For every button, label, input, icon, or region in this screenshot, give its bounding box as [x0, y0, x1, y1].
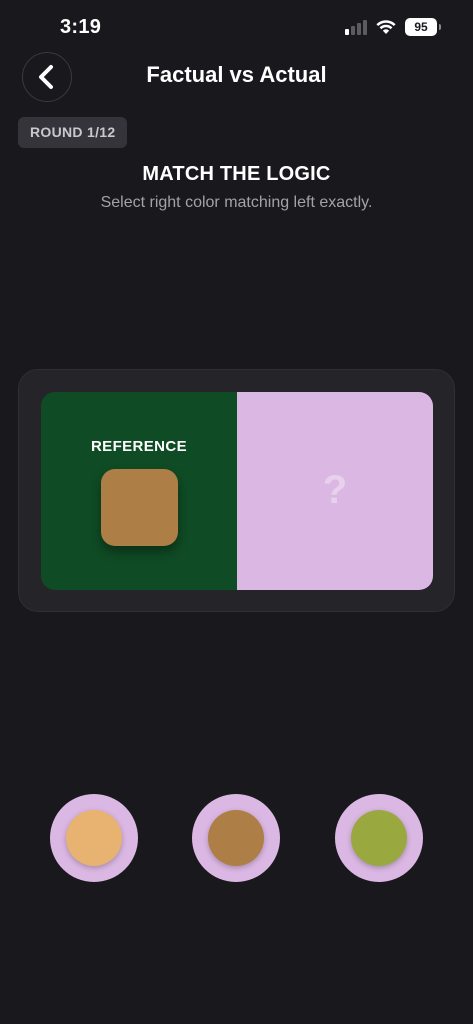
color-swatch	[208, 810, 264, 866]
color-option-2[interactable]	[192, 794, 280, 882]
color-options	[0, 794, 473, 882]
instruction-subtitle: Select right color matching left exactly…	[100, 194, 373, 211]
round-badge: ROUND 1/12	[18, 117, 128, 148]
cellular-signal-icon	[345, 19, 367, 35]
reference-swatch	[101, 469, 178, 546]
color-option-3[interactable]	[335, 794, 423, 882]
question-mark: ?	[322, 468, 348, 512]
target-panel: ?	[237, 392, 433, 590]
color-option-1[interactable]	[50, 794, 138, 882]
comparison-card: REFERENCE ?	[18, 369, 455, 612]
reference-label: REFERENCE	[90, 438, 188, 455]
reference-panel: REFERENCE	[41, 392, 237, 590]
wifi-icon	[376, 20, 396, 34]
page-title: Factual vs Actual	[146, 62, 327, 87]
color-swatch	[66, 810, 122, 866]
instruction-title: MATCH THE LOGIC	[142, 163, 331, 185]
status-bar-icons: 95	[345, 18, 441, 36]
game-screen: 3:19 95 Factual vs Actual ROUND 1/12 MAT…	[0, 0, 473, 1024]
color-swatch	[351, 810, 407, 866]
status-time: 3:19	[60, 16, 102, 38]
battery-indicator: 95	[405, 18, 441, 36]
